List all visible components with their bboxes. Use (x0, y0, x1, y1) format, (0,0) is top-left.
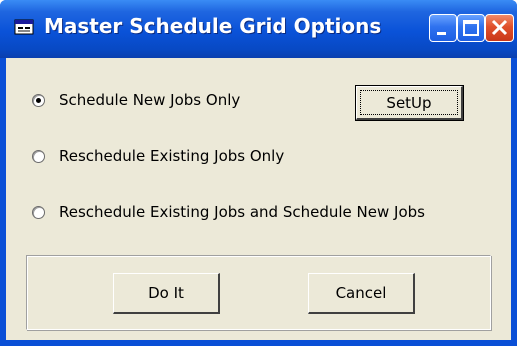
cancel-button-label: Cancel (335, 284, 387, 302)
do-it-button-label: Do It (148, 284, 184, 302)
cancel-button[interactable]: Cancel (308, 273, 415, 314)
radio-schedule-new-jobs[interactable]: Schedule New Jobs Only (32, 89, 240, 111)
minimize-button[interactable] (429, 14, 457, 42)
title-bar[interactable]: Master Schedule Grid Options (0, 0, 517, 58)
minimize-icon (437, 32, 446, 35)
radio-label-schedule-new: Schedule New Jobs Only (59, 91, 241, 109)
close-button[interactable] (485, 14, 514, 42)
radio-reschedule-existing-jobs[interactable]: Reschedule Existing Jobs Only (32, 145, 284, 167)
window-title: Master Schedule Grid Options (44, 14, 382, 38)
do-it-button[interactable]: Do It (113, 273, 220, 314)
close-icon (491, 19, 508, 36)
dialog-client-area: Schedule New Jobs Only SetUp Reschedule … (6, 58, 511, 340)
maximize-button[interactable] (457, 14, 485, 42)
radio-label-reschedule-and-schedule: Reschedule Existing Jobs and Schedule Ne… (59, 203, 425, 221)
radio-label-reschedule-existing: Reschedule Existing Jobs Only (59, 147, 285, 165)
radio-button-checked[interactable] (32, 93, 45, 107)
app-icon (14, 19, 34, 35)
radio-button[interactable] (32, 149, 45, 163)
dialog-window: Master Schedule Grid Options Schedule Ne… (0, 0, 517, 346)
buttons-groupbox (26, 255, 491, 330)
maximize-icon (463, 20, 479, 36)
focus-rectangle (360, 90, 458, 115)
radio-reschedule-and-schedule[interactable]: Reschedule Existing Jobs and Schedule Ne… (32, 201, 425, 223)
setup-button[interactable]: SetUp (355, 85, 464, 121)
radio-button[interactable] (32, 205, 45, 219)
